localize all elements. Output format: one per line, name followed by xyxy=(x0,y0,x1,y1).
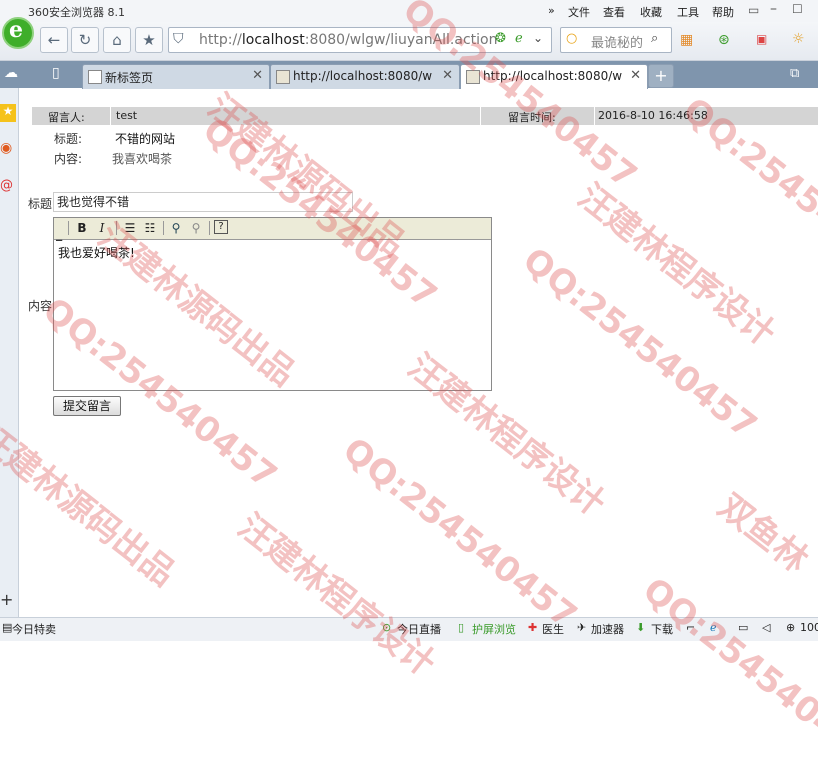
tab-new[interactable]: 新标签页 ✕ xyxy=(82,64,270,89)
live-icon[interactable]: ⊙ xyxy=(382,621,391,634)
menu-view[interactable]: 查看 xyxy=(603,4,625,20)
app-title: 360安全浏览器 8.1 xyxy=(28,6,125,19)
time-label: 留言时间: xyxy=(508,111,556,124)
status-accelerator[interactable]: 加速器 xyxy=(591,621,624,637)
double-chevron-icon[interactable]: » xyxy=(548,4,555,17)
watermark-name: 双鱼林 xyxy=(710,486,816,581)
download-icon[interactable]: ⬇ xyxy=(636,621,645,634)
sidebar xyxy=(0,88,19,618)
page-icon xyxy=(276,70,290,84)
close-icon[interactable]: ✕ xyxy=(252,68,263,83)
restore-tab-icon[interactable]: ⧉ xyxy=(790,66,799,81)
submit-message-button[interactable]: 提交留言 xyxy=(53,396,121,416)
url-text[interactable]: http://localhost:8080/wlgw/liuyanAll.act… xyxy=(199,32,497,48)
reply-title-input[interactable]: 我也觉得不错 xyxy=(53,192,353,212)
watermark-name: 汪建林程序设计 xyxy=(570,176,783,355)
mail-icon[interactable]: @ xyxy=(0,178,16,198)
skin-icon[interactable]: ▭ xyxy=(748,3,759,17)
browser-logo-icon[interactable]: e xyxy=(2,17,34,49)
search-icon[interactable]: ⌕ xyxy=(651,31,658,46)
status-eye-protect[interactable]: 护屏浏览 xyxy=(472,621,516,637)
minimize-icon[interactable]: – xyxy=(770,1,777,17)
search-engine-icon[interactable]: ○ xyxy=(566,31,577,46)
menu-tools[interactable]: 工具 xyxy=(677,4,699,20)
weather-icon[interactable]: ☼ xyxy=(792,31,805,47)
accelerator-icon[interactable]: ✈ xyxy=(577,621,586,634)
rich-text-editor[interactable]: ▁ B I ☰ ☷ ⚲ ⚲ ? 我也爱好喝茶! xyxy=(53,217,492,391)
search-box[interactable]: ○ 最诡秘的 ⌕ xyxy=(560,27,672,53)
status-live[interactable]: 今日直播 xyxy=(397,621,441,637)
ie-mode-icon[interactable]: ℯ xyxy=(515,31,523,46)
close-icon[interactable]: ✕ xyxy=(630,68,641,83)
extension-icon[interactable]: ▣ xyxy=(756,32,767,46)
link-icon[interactable]: ⚲ xyxy=(168,220,184,236)
italic-button[interactable]: I xyxy=(94,220,110,236)
grid-icon xyxy=(88,70,102,84)
deals-icon[interactable]: ▤ xyxy=(2,621,12,634)
eye-protect-icon[interactable]: ▯ xyxy=(458,621,464,634)
status-doctor[interactable]: 医生 xyxy=(542,621,564,637)
security-icon[interactable]: ⊛ xyxy=(718,32,730,48)
shield-icon: ⛉ xyxy=(173,31,184,47)
menu-file[interactable]: 文件 xyxy=(568,4,590,20)
poster-name: test xyxy=(116,109,138,122)
editor-content[interactable]: 我也爱好喝茶! xyxy=(58,244,135,261)
editor-toolbar: ▁ B I ☰ ☷ ⚲ ⚲ ? xyxy=(54,218,491,241)
reply-title-label: 标题 xyxy=(28,197,53,211)
watermark-name: 汪建林源码出品 xyxy=(0,416,183,595)
message-title-label: 标题: xyxy=(54,132,83,146)
apps-icon[interactable]: ▦ xyxy=(680,32,693,48)
unlink-icon[interactable]: ⚲ xyxy=(188,220,204,236)
home-icon[interactable]: ⌂ xyxy=(103,27,131,53)
watermark-name: 汪建林程序设计 xyxy=(230,506,443,685)
tab-liuyan-2[interactable]: http://localhost:8080/wlgw/l ✕ xyxy=(460,64,648,89)
chevron-down-icon[interactable]: ⌄ xyxy=(533,31,543,45)
menu-favorites[interactable]: 收藏 xyxy=(640,4,662,20)
screen-icon[interactable]: ⌐ xyxy=(686,621,695,634)
collapse-toolbar-icon[interactable]: ▁ xyxy=(56,232,62,241)
message-content-label: 内容: xyxy=(54,152,83,166)
volume-icon[interactable]: ◁ xyxy=(762,621,770,634)
back-icon[interactable]: ← xyxy=(40,27,68,53)
message-title: 不错的网站 xyxy=(115,132,176,146)
refresh-icon[interactable]: ↻ xyxy=(71,27,99,53)
bold-button[interactable]: B xyxy=(74,220,90,236)
watermark-qq: QQ:254540457 xyxy=(515,240,765,447)
zoom-level[interactable]: 100 xyxy=(800,621,818,634)
tab-liuyan-1[interactable]: http://localhost:8080/wlgw/l ✕ xyxy=(270,64,460,89)
post-time: 2016-8-10 16:46:58 xyxy=(598,109,708,122)
zoom-icon[interactable]: ⊕ xyxy=(786,621,795,634)
doctor-icon[interactable]: ✚ xyxy=(528,621,537,634)
status-download[interactable]: 下载 xyxy=(651,621,673,637)
reply-content-label: 内容 xyxy=(28,299,53,313)
menu-help[interactable]: 帮助 xyxy=(712,4,734,20)
status-deals[interactable]: 今日特卖 xyxy=(12,621,56,637)
cloud-icon[interactable]: ☁ xyxy=(4,65,18,81)
add-icon[interactable]: + xyxy=(0,590,13,609)
phone-icon[interactable]: ▯ xyxy=(52,65,60,81)
close-icon[interactable]: ✕ xyxy=(442,68,453,83)
help-icon[interactable]: ? xyxy=(214,220,228,234)
favorite-star-icon[interactable]: ★ xyxy=(135,27,163,53)
ie-icon[interactable]: ℯ xyxy=(710,621,717,634)
new-tab-button[interactable]: + xyxy=(648,64,674,88)
address-bar[interactable]: ⛉ http://localhost:8080/wlgw/liuyanAll.a… xyxy=(168,27,552,53)
page-icon xyxy=(466,70,480,84)
unordered-list-icon[interactable]: ☷ xyxy=(142,220,158,236)
favorites-star-icon[interactable]: ★ xyxy=(0,104,16,122)
message-content: 我喜欢喝茶 xyxy=(112,152,173,166)
maximize-icon[interactable]: ☐ xyxy=(792,2,803,16)
poster-label: 留言人: xyxy=(48,111,85,124)
watermark-qq: QQ:254540457 xyxy=(635,570,818,777)
window-icon[interactable]: ▭ xyxy=(738,621,748,634)
weibo-icon[interactable]: ◉ xyxy=(0,140,16,160)
watermark-qq: QQ:254540457 xyxy=(335,430,585,637)
ordered-list-icon[interactable]: ☰ xyxy=(122,220,138,236)
search-input[interactable]: 最诡秘的 xyxy=(591,32,643,51)
compat-mode-icon[interactable]: ❂ xyxy=(495,31,506,46)
